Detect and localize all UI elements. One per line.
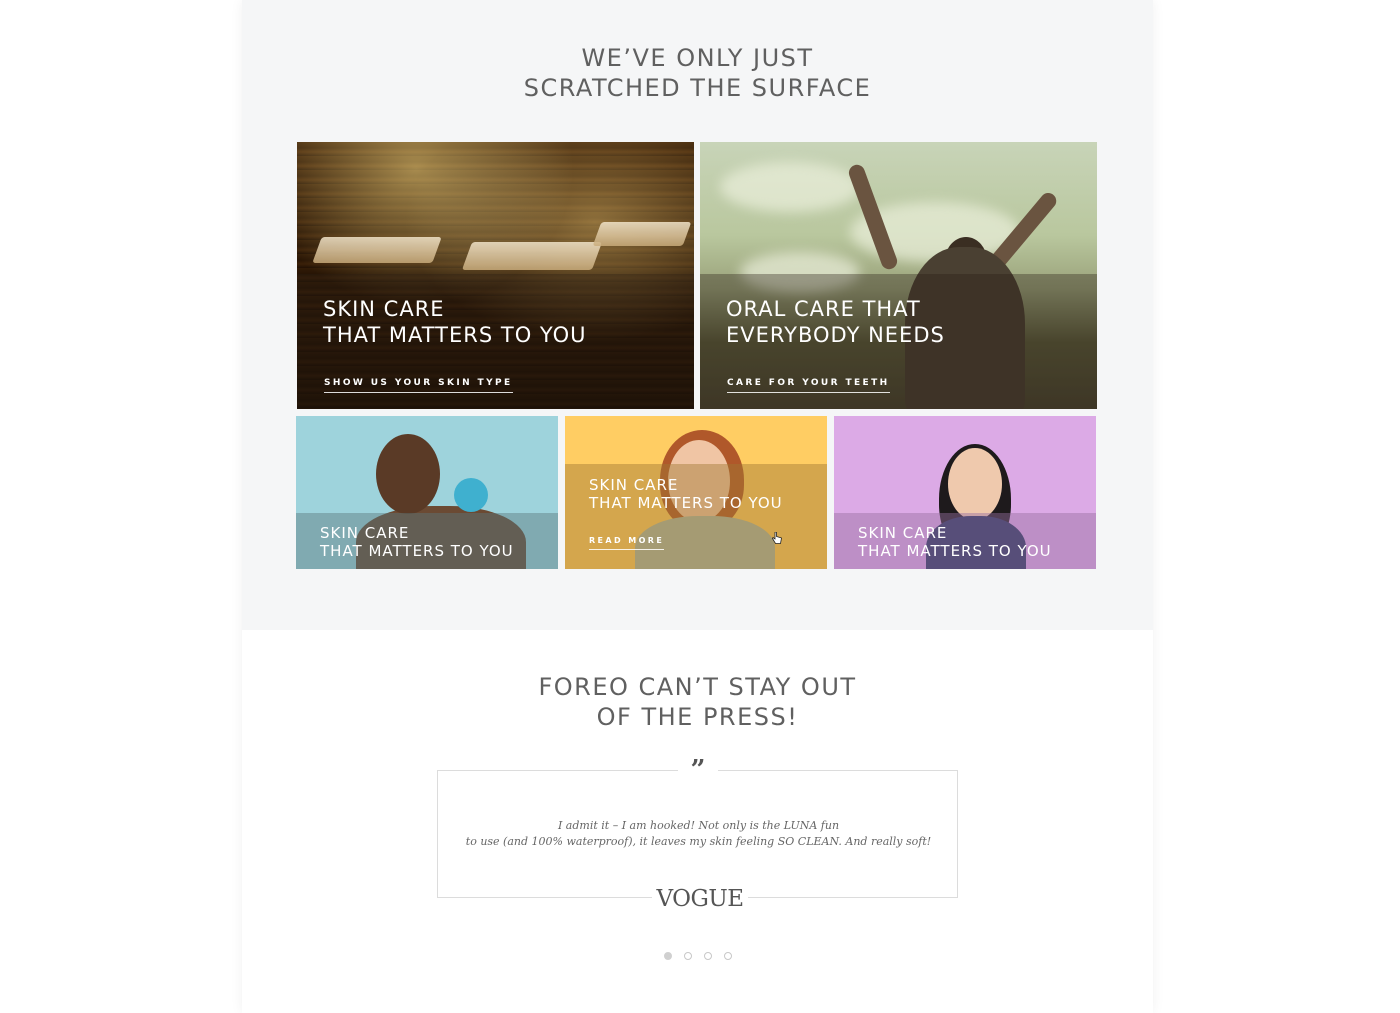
tile-title-line: THAT MATTERS TO YOU (589, 494, 783, 512)
quote-line: to use (and 100% waterproof), it leaves … (465, 835, 932, 848)
press-heading-line-2: OF THE PRESS! (596, 703, 799, 731)
tile-title-line: SKIN CARE (589, 476, 679, 494)
tile-title: ORAL CARE THAT EVERYBODY NEEDS (726, 296, 945, 348)
tile-skin-care-purple[interactable]: SKIN CARE THAT MATTERS TO YOU (834, 416, 1096, 569)
spa-bed-image (461, 242, 603, 270)
tile-title-line: THAT MATTERS TO YOU (323, 323, 587, 347)
press-source-logo: VOGUE (652, 884, 748, 914)
read-more-link[interactable]: READ MORE (589, 536, 665, 550)
hand-cursor-icon (772, 531, 782, 544)
tile-title-line: ORAL CARE THAT (726, 297, 921, 321)
carousel-dot[interactable] (663, 952, 672, 960)
person-head-shape (376, 434, 440, 514)
person-head-shape (948, 448, 1002, 520)
tile-oral-care[interactable]: ORAL CARE THAT EVERYBODY NEEDS CARE FOR … (700, 142, 1097, 409)
press-quote-text: I admit it – I am hooked! Not only is th… (438, 818, 959, 850)
spa-bed-image (592, 222, 692, 246)
tile-skin-care-yellow[interactable]: SKIN CARE THAT MATTERS TO YOU READ MORE (565, 416, 827, 569)
surface-section: WE’VE ONLY JUST SCRATCHED THE SURFACE SK… (242, 0, 1153, 630)
tile-title: SKIN CARE THAT MATTERS TO YOU (858, 524, 1052, 560)
press-quote-card: ” I admit it – I am hooked! Not only is … (437, 757, 959, 914)
surface-heading-line-2: SCRATCHED THE SURFACE (523, 74, 872, 102)
carousel-dots (242, 952, 1153, 960)
tile-title-line: SKIN CARE (320, 524, 410, 542)
carousel-dot[interactable] (683, 952, 692, 960)
tile-skin-care-spa[interactable]: SKIN CARE THAT MATTERS TO YOU SHOW US YO… (297, 142, 694, 409)
show-skin-type-link[interactable]: SHOW US YOUR SKIN TYPE (324, 378, 513, 393)
carousel-dot[interactable] (703, 952, 712, 960)
quote-icon: ” (678, 757, 718, 783)
tile-title-line: THAT MATTERS TO YOU (320, 542, 514, 560)
spa-bed-image (312, 237, 442, 263)
tile-title-line: THAT MATTERS TO YOU (858, 542, 1052, 560)
tile-skin-care-blue[interactable]: SKIN CARE THAT MATTERS TO YOU (296, 416, 558, 569)
care-for-teeth-link[interactable]: CARE FOR YOUR TEETH (727, 378, 890, 393)
tile-title: SKIN CARE THAT MATTERS TO YOU (320, 524, 514, 560)
press-heading-line-1: FOREO CAN’T STAY OUT (538, 673, 857, 701)
surface-heading: WE’VE ONLY JUST SCRATCHED THE SURFACE (242, 43, 1153, 103)
press-heading: FOREO CAN’T STAY OUT OF THE PRESS! (242, 672, 1153, 732)
tile-title-line: SKIN CARE (323, 297, 445, 321)
page-container: WE’VE ONLY JUST SCRATCHED THE SURFACE SK… (242, 0, 1153, 1013)
tile-title-line: SKIN CARE (858, 524, 948, 542)
tile-title-line: EVERYBODY NEEDS (726, 323, 945, 347)
carousel-dot[interactable] (723, 952, 732, 960)
cleansing-device-image (454, 478, 488, 512)
tile-title: SKIN CARE THAT MATTERS TO YOU (589, 476, 783, 512)
quote-line: I admit it – I am hooked! Not only is th… (557, 819, 840, 832)
surface-heading-line-1: WE’VE ONLY JUST (581, 44, 814, 72)
cloud-shape (720, 162, 860, 212)
tile-title: SKIN CARE THAT MATTERS TO YOU (323, 296, 586, 348)
